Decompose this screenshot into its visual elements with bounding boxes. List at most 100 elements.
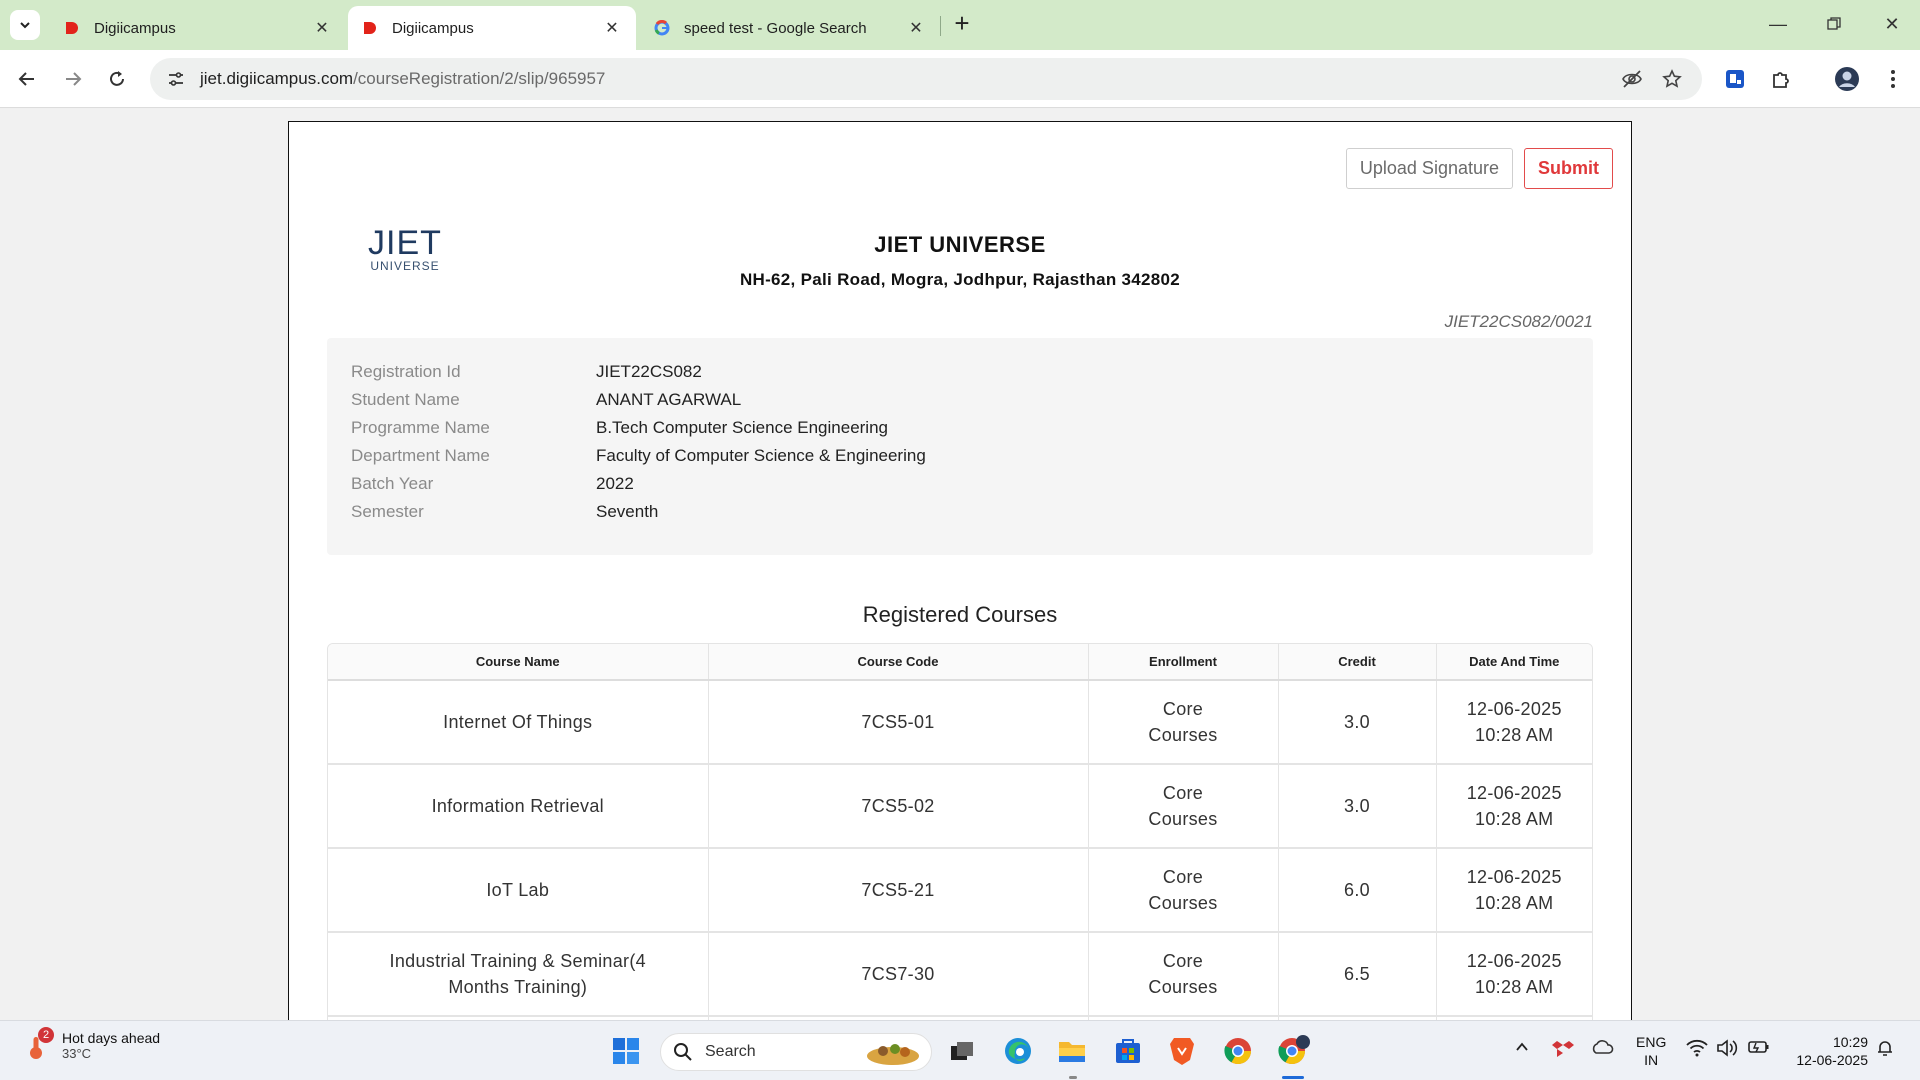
file-explorer-icon[interactable] — [1054, 1033, 1090, 1069]
upload-signature-button[interactable]: Upload Signature — [1345, 148, 1513, 189]
bookmark-star-icon[interactable] — [1660, 67, 1684, 91]
course-name: Information Retrieval — [328, 764, 709, 849]
course-date: 12-06-2025 — [1466, 867, 1562, 887]
course-time: 10:28 AM — [1475, 893, 1554, 913]
google-favicon-icon — [654, 20, 670, 36]
close-icon[interactable]: ✕ — [906, 18, 926, 38]
info-row-registration-id: Registration Id JIET22CS082 — [351, 358, 1593, 386]
language-indicator[interactable]: ENG IN — [1636, 1033, 1666, 1069]
submit-button[interactable]: Submit — [1524, 148, 1613, 189]
forward-button[interactable] — [56, 62, 90, 96]
notifications-icon[interactable] — [1876, 1039, 1894, 1060]
registered-courses-title: Registered Courses — [862, 602, 1058, 627]
course-code: 7CS7-30 — [708, 932, 1089, 1017]
course-datetime: 12-06-2025 10:28 AM — [1436, 932, 1592, 1017]
dropbox-icon[interactable] — [1552, 1039, 1574, 1062]
slip-number: JIET22CS082/0021 — [1444, 312, 1593, 331]
onedrive-cloud-icon[interactable] — [1590, 1039, 1614, 1058]
course-code: 7CS5-21 — [708, 848, 1089, 933]
column-header: Date And Time — [1436, 644, 1592, 681]
show-hidden-icons-icon[interactable] — [1514, 1039, 1530, 1058]
volume-icon[interactable] — [1716, 1039, 1738, 1060]
tab-2[interactable]: Digiicampus ✕ — [348, 6, 636, 50]
tab-1[interactable]: Digiicampus ✕ — [50, 6, 346, 50]
close-icon[interactable]: ✕ — [602, 18, 622, 38]
profile-avatar[interactable] — [1832, 64, 1862, 94]
weather-widget[interactable]: 2 Hot days ahead 33°C — [24, 1027, 160, 1061]
brave-browser-icon[interactable] — [1164, 1033, 1200, 1069]
course-enrollment: Core Courses — [1088, 848, 1279, 933]
institution-name: JIET UNIVERSE — [874, 232, 1046, 257]
edge-browser-icon[interactable] — [1000, 1033, 1036, 1069]
tab-separator — [940, 16, 941, 36]
institution-address: NH-62, Pali Road, Mogra, Jodhpur, Rajast… — [739, 270, 1181, 289]
windows-start-icon[interactable] — [608, 1033, 644, 1069]
task-view-icon[interactable] — [944, 1033, 980, 1069]
new-tab-button[interactable]: + — [948, 10, 976, 38]
info-label: Programme Name — [351, 418, 490, 437]
student-info-panel: Registration Id JIET22CS082 Student Name A… — [327, 338, 1593, 555]
system-clock[interactable]: 10:29 12-06-2025 — [1796, 1033, 1868, 1069]
reload-icon — [110, 71, 124, 86]
restore-button[interactable] — [1806, 0, 1862, 48]
arrow-left-icon — [18, 72, 34, 86]
tab-title: Digiicampus — [94, 19, 176, 37]
chrome-profile-icon[interactable] — [1276, 1033, 1312, 1069]
store-icon[interactable] — [1110, 1033, 1146, 1069]
search-icon — [674, 1043, 692, 1061]
info-value: Seventh — [596, 502, 659, 521]
clock-date: 12-06-2025 — [1796, 1052, 1868, 1068]
course-time: 10:28 AM — [1475, 725, 1554, 745]
info-row-batch-year: Batch Year 2022 — [351, 470, 1593, 498]
table-header-row: Course Name Course Code Enrollment Credi… — [328, 644, 1592, 681]
thermometer-icon: 2 — [24, 1027, 56, 1061]
chevron-down-icon — [20, 22, 30, 29]
course-credit: 6.0 — [1278, 848, 1437, 933]
taskbar-search[interactable]: Search — [660, 1033, 932, 1071]
browser-toolbar: jiet.digiicampus.com/courseRegistration/… — [0, 50, 1920, 108]
course-credit: 3.0 — [1278, 680, 1437, 765]
info-label: Registration Id — [351, 362, 461, 381]
course-enrollment: Core Courses — [1088, 764, 1279, 849]
extension-icon[interactable] — [1720, 64, 1750, 94]
table-row: Industrial Training & Seminar(4 Months T… — [328, 932, 1592, 1017]
course-credit: 6.5 — [1278, 932, 1437, 1017]
minimize-button[interactable]: — — [1750, 0, 1806, 48]
url-text: jiet.digiicampus.com/courseRegistration/… — [200, 69, 605, 89]
info-value: ANANT AGARWAL — [596, 390, 742, 409]
course-enrollment: Core Courses — [1088, 932, 1279, 1017]
back-button[interactable] — [10, 62, 44, 96]
courses-table: Course Name Course Code Enrollment Credi… — [327, 643, 1593, 1020]
info-value: 2022 — [596, 474, 634, 493]
close-window-button[interactable]: ✕ — [1864, 0, 1920, 48]
tab-search-button[interactable] — [10, 10, 40, 40]
tab-3[interactable]: speed test - Google Search ✕ — [640, 6, 940, 50]
kebab-menu-icon[interactable] — [1878, 64, 1908, 94]
info-label: Semester — [351, 502, 424, 521]
info-label: Student Name — [351, 390, 460, 409]
wifi-icon[interactable] — [1686, 1039, 1708, 1060]
weather-badge: 2 — [38, 1027, 54, 1043]
course-enrollment: Core Courses — [1088, 680, 1279, 765]
info-label: Batch Year — [351, 474, 434, 493]
site-info-icon[interactable] — [164, 67, 188, 91]
info-row-student-name: Student Name ANANT AGARWAL — [351, 386, 1593, 414]
language-code: ENG — [1636, 1034, 1667, 1050]
table-row: IoT Lab 7CS5-21 Core Courses 6.0 12-06-2… — [328, 848, 1592, 933]
battery-icon[interactable] — [1748, 1039, 1770, 1058]
info-value: JIET22CS082 — [596, 362, 702, 381]
course-time: 10:28 AM — [1475, 977, 1554, 997]
address-bar[interactable]: jiet.digiicampus.com/courseRegistration/… — [150, 58, 1702, 100]
search-label: Search — [705, 1043, 756, 1060]
reload-button[interactable] — [100, 62, 134, 96]
eye-off-icon[interactable] — [1620, 67, 1644, 91]
table-row: Internet Of Things 7CS5-01 Core Courses … — [328, 680, 1592, 765]
url-host: jiet.digiicampus.com — [200, 69, 354, 88]
close-icon[interactable]: ✕ — [312, 18, 332, 38]
course-name: Industrial Training & Seminar(4 Months T… — [328, 932, 709, 1017]
windows-taskbar: 2 Hot days ahead 33°C Search ENG IN 10:2… — [0, 1020, 1920, 1080]
chrome-icon[interactable] — [1220, 1033, 1256, 1069]
digiicampus-favicon-icon — [362, 20, 378, 36]
course-credit: 3.0 — [1278, 764, 1437, 849]
extensions-puzzle-icon[interactable] — [1766, 64, 1796, 94]
